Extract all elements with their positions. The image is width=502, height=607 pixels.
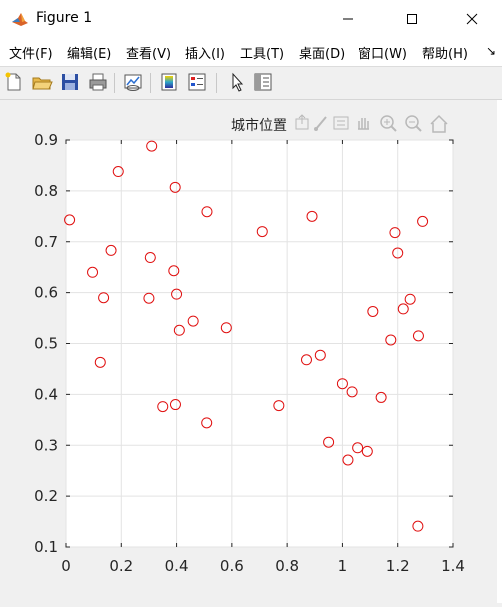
figure-canvas: 0 0.2 0.4 0.6 0.8 1 1.2 1.4 0.1 0.2 0.3 0.4 0.5 0.6 0…	[0, 100, 502, 603]
x-tick-label: 0	[61, 557, 71, 575]
menu-help[interactable]: 帮助(H)	[422, 43, 468, 62]
y-tick-label: 0.9	[34, 131, 58, 149]
menu-view[interactable]: 查看(V)	[126, 43, 171, 62]
y-tick-labels: 0.1 0.2 0.3 0.4 0.5 0.6 0.7 0.8 0.9	[34, 131, 58, 556]
y-tick-label: 0.8	[34, 182, 58, 200]
y-tick-label: 0.2	[34, 487, 58, 505]
toolbar-separator	[150, 73, 151, 93]
legend-icon[interactable]	[186, 71, 208, 93]
print-icon[interactable]	[87, 71, 109, 93]
minimize-button[interactable]	[326, 0, 370, 38]
x-tick-label: 0.8	[275, 557, 299, 575]
chart-title: 城市位置	[231, 117, 287, 134]
link-plot-icon[interactable]	[122, 71, 144, 93]
minimize-icon	[342, 10, 354, 29]
matlab-logo-icon	[10, 9, 30, 29]
x-tick-label: 0.2	[109, 557, 133, 575]
y-tick-label: 0.6	[34, 284, 58, 302]
close-icon	[466, 10, 478, 29]
title-bar: Figure 1	[0, 0, 502, 38]
scatter-plot[interactable]: 0 0.2 0.4 0.6 0.8 1 1.2 1.4 0.10.20.30.40.50.60…	[0, 100, 502, 603]
window-right-edge	[497, 100, 502, 603]
menu-bar: 文件(F) 编辑(E) 查看(V) 插入(I) 工具(T) 桌面(D) 窗口(W…	[0, 38, 502, 67]
chevron-right-icon[interactable]: ↘	[486, 44, 496, 58]
window-title: Figure 1	[36, 10, 93, 26]
x-tick-label: 1.4	[441, 557, 465, 575]
x-tick-label: 1.2	[386, 557, 410, 575]
x-tick-label: 0.4	[165, 557, 189, 575]
toolbar-separator	[114, 73, 115, 93]
toolbar-separator	[216, 73, 217, 93]
y-tick-label: 0.1	[34, 538, 58, 556]
x-tick-label: 1	[338, 557, 348, 575]
menu-tools[interactable]: 工具(T)	[240, 43, 284, 62]
property-inspector-icon[interactable]	[252, 71, 274, 93]
menu-edit[interactable]: 编辑(E)	[67, 43, 111, 62]
maximize-button[interactable]	[390, 0, 434, 38]
menu-desktop[interactable]: 桌面(D)	[299, 43, 345, 62]
new-figure-icon[interactable]	[3, 71, 25, 93]
y-tick-label: 0.4	[34, 385, 58, 403]
colorbar-icon[interactable]	[158, 71, 180, 93]
save-icon[interactable]	[59, 71, 81, 93]
figure-toolbar	[0, 67, 502, 100]
x-tick-label: 0.6	[220, 557, 244, 575]
maximize-icon	[406, 10, 418, 29]
menu-file[interactable]: 文件(F)	[9, 43, 53, 62]
y-tick-label: 0.3	[34, 436, 58, 454]
y-tick-label: 0.5	[34, 335, 58, 353]
close-button[interactable]	[450, 0, 494, 38]
menu-insert[interactable]: 插入(I)	[185, 43, 225, 62]
menu-window[interactable]: 窗口(W)	[358, 43, 407, 62]
open-file-icon[interactable]	[31, 71, 53, 93]
pointer-icon[interactable]	[226, 71, 248, 93]
y-tick-label: 0.7	[34, 233, 58, 251]
